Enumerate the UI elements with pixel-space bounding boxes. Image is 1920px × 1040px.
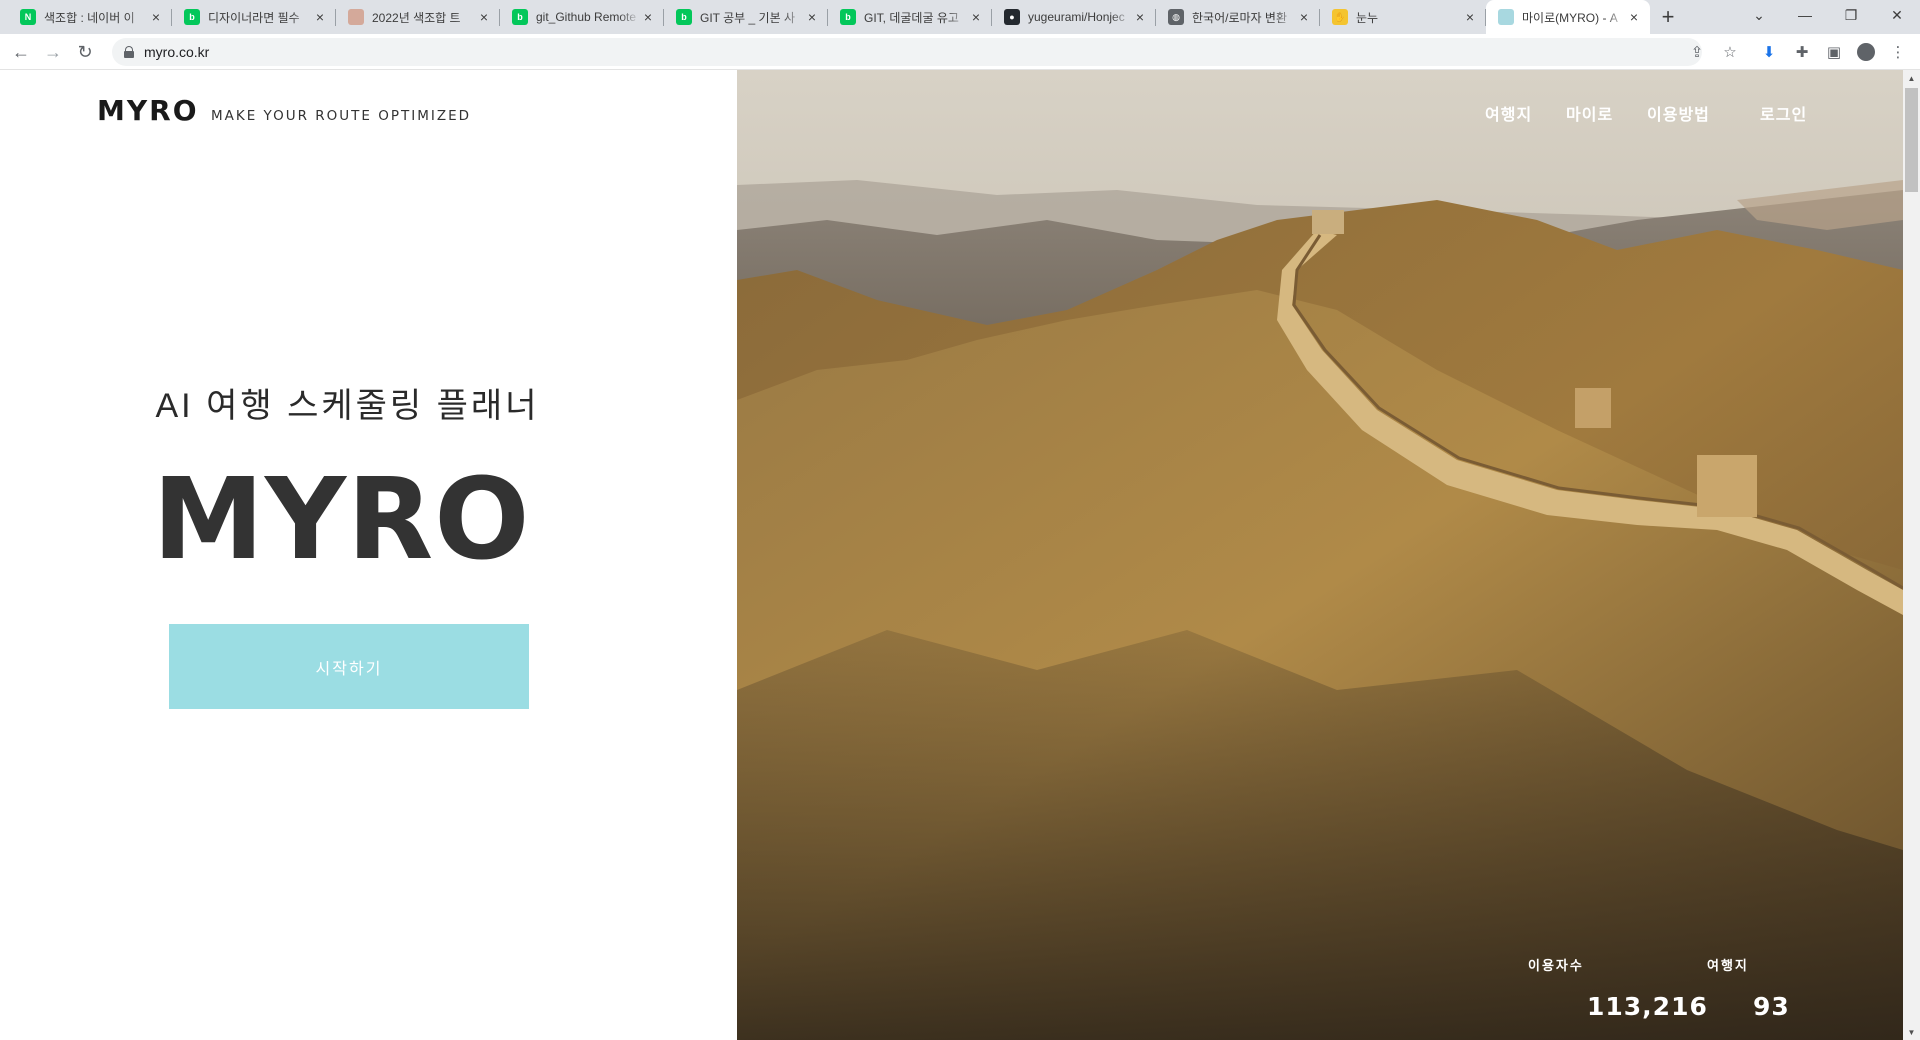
browser-tab[interactable]: ● yugeurami/Honjec ×: [992, 0, 1156, 34]
arrow-left-icon: ←: [12, 41, 30, 62]
favicon-icon: ◍: [1168, 9, 1184, 25]
tab-title: 색조합 : 네이버 이: [44, 10, 135, 25]
close-tab-icon[interactable]: ×: [1132, 9, 1148, 25]
tab-title: 눈누: [1356, 10, 1379, 25]
scroll-up-arrow-icon[interactable]: ▲: [1903, 70, 1920, 86]
address-bar-url[interactable]: myro.co.kr: [144, 44, 209, 60]
favicon-icon: ●: [1004, 9, 1020, 25]
tab-title: git_Github Remote: [536, 10, 637, 24]
nav-myro[interactable]: 마이로: [1566, 101, 1613, 125]
close-tab-icon[interactable]: ×: [1296, 9, 1312, 25]
scroll-down-arrow-icon[interactable]: ▼: [1903, 1024, 1920, 1040]
stat-users-value: 113,216: [1587, 992, 1708, 1021]
puzzle-icon[interactable]: ✚: [1788, 38, 1816, 66]
browser-toolbar: ← → ↻ myro.co.kr ⇪ ☆ ⬇ ✚ ▣ ⋮: [0, 34, 1920, 70]
tab-title: yugeurami/Honjec: [1028, 10, 1125, 24]
favicon-icon: b: [512, 9, 528, 25]
back-button[interactable]: ←: [7, 38, 35, 66]
close-tab-icon[interactable]: ×: [1626, 9, 1642, 25]
lock-icon: [124, 46, 134, 58]
stat-destinations-label: 여행지: [1707, 958, 1749, 973]
favicon-icon: [1498, 9, 1514, 25]
favicon-icon: [348, 9, 364, 25]
reload-button[interactable]: ↻: [71, 38, 99, 66]
favicon-icon: b: [676, 9, 692, 25]
minimize-button[interactable]: —: [1782, 0, 1828, 30]
scrollbar-thumb[interactable]: [1905, 88, 1918, 192]
close-tab-icon[interactable]: ×: [312, 9, 328, 25]
favicon-icon: b: [840, 9, 856, 25]
favicon-icon: b: [184, 9, 200, 25]
tab-title: GIT, 데굴데굴 유고: [864, 10, 959, 25]
new-tab-button[interactable]: +: [1650, 0, 1686, 34]
favicon-icon: ✋: [1332, 9, 1348, 25]
hero-image-panel: 여행지 마이로 이용방법 로그인 이용자수 여행지 113,216 93: [737, 70, 1903, 1040]
browser-tab[interactable]: ◍ 한국어/로마자 변환 ×: [1156, 0, 1320, 34]
download-icon[interactable]: ⬇: [1755, 38, 1783, 66]
profile-icon[interactable]: [1852, 38, 1880, 66]
browser-tab-strip: N 색조합 : 네이버 이 × b 디자이너라면 필수 × 2022년 색조합 트 × b git…: [0, 0, 1920, 34]
browser-tab[interactable]: b GIT 공부 _ 기본 사 ×: [664, 0, 828, 34]
close-tab-icon[interactable]: ×: [148, 9, 164, 25]
address-bar[interactable]: myro.co.kr: [112, 38, 1702, 66]
favicon-icon: N: [20, 9, 36, 25]
browser-tab[interactable]: b git_Github Remote ×: [500, 0, 664, 34]
browser-tab[interactable]: 2022년 색조합 트 ×: [336, 0, 500, 34]
tab-search-chevron-icon[interactable]: ⌄: [1736, 0, 1782, 30]
kebab-menu-icon[interactable]: ⋮: [1884, 38, 1912, 66]
reload-icon: ↻: [77, 41, 93, 62]
site-logo[interactable]: MYRO: [97, 94, 199, 127]
close-tab-icon[interactable]: ×: [804, 9, 820, 25]
restore-button[interactable]: ❐: [1828, 0, 1874, 30]
tab-title: 2022년 색조합 트: [372, 10, 461, 25]
site-slogan: MAKE YOUR ROUTE OPTIMIZED: [211, 108, 471, 124]
great-wall-landscape-image: [737, 70, 1903, 1040]
tab-list: N 색조합 : 네이버 이 × b 디자이너라면 필수 × 2022년 색조합 트 × b git…: [0, 0, 1650, 34]
close-tab-icon[interactable]: ×: [968, 9, 984, 25]
sidepanel-icon[interactable]: ▣: [1820, 38, 1848, 66]
star-icon[interactable]: ☆: [1716, 38, 1744, 66]
left-panel: MYRO MAKE YOUR ROUTE OPTIMIZED AI 여행 스케줄…: [0, 70, 737, 1040]
forward-button[interactable]: →: [39, 38, 67, 66]
nav-how-to-use[interactable]: 이용방법: [1647, 101, 1710, 125]
tab-title: GIT 공부 _ 기본 사: [700, 10, 795, 25]
browser-tab[interactable]: N 색조합 : 네이버 이 ×: [8, 0, 172, 34]
browser-tab[interactable]: b 디자이너라면 필수 ×: [172, 0, 336, 34]
tab-title: 한국어/로마자 변환: [1192, 10, 1287, 25]
stat-destinations-value: 93: [1753, 992, 1790, 1021]
arrow-right-icon: →: [44, 41, 62, 62]
hero-subtitle: AI 여행 스케줄링 플래너: [155, 387, 540, 425]
close-tab-icon[interactable]: ×: [640, 9, 656, 25]
share-icon[interactable]: ⇪: [1683, 38, 1711, 66]
vertical-scrollbar[interactable]: ▲ ▼: [1903, 70, 1920, 1040]
hero-title: MYRO: [152, 455, 531, 585]
stat-users-label: 이용자수: [1528, 958, 1584, 973]
tab-title: 디자이너라면 필수: [208, 10, 300, 25]
browser-tab[interactable]: ✋ 눈누 ×: [1320, 0, 1486, 34]
nav-destinations[interactable]: 여행지: [1485, 101, 1532, 125]
browser-tab[interactable]: b GIT, 데굴데굴 유고 ×: [828, 0, 992, 34]
close-tab-icon[interactable]: ×: [1462, 9, 1478, 25]
close-tab-icon[interactable]: ×: [476, 9, 492, 25]
tab-title: 마이로(MYRO) - A: [1522, 10, 1618, 25]
page-viewport: MYRO MAKE YOUR ROUTE OPTIMIZED AI 여행 스케줄…: [0, 70, 1920, 1040]
start-button[interactable]: 시작하기: [169, 624, 529, 709]
browser-tab[interactable]: 마이로(MYRO) - A ×: [1486, 0, 1650, 34]
close-window-button[interactable]: ✕: [1874, 0, 1920, 30]
nav-login[interactable]: 로그인: [1760, 101, 1807, 125]
